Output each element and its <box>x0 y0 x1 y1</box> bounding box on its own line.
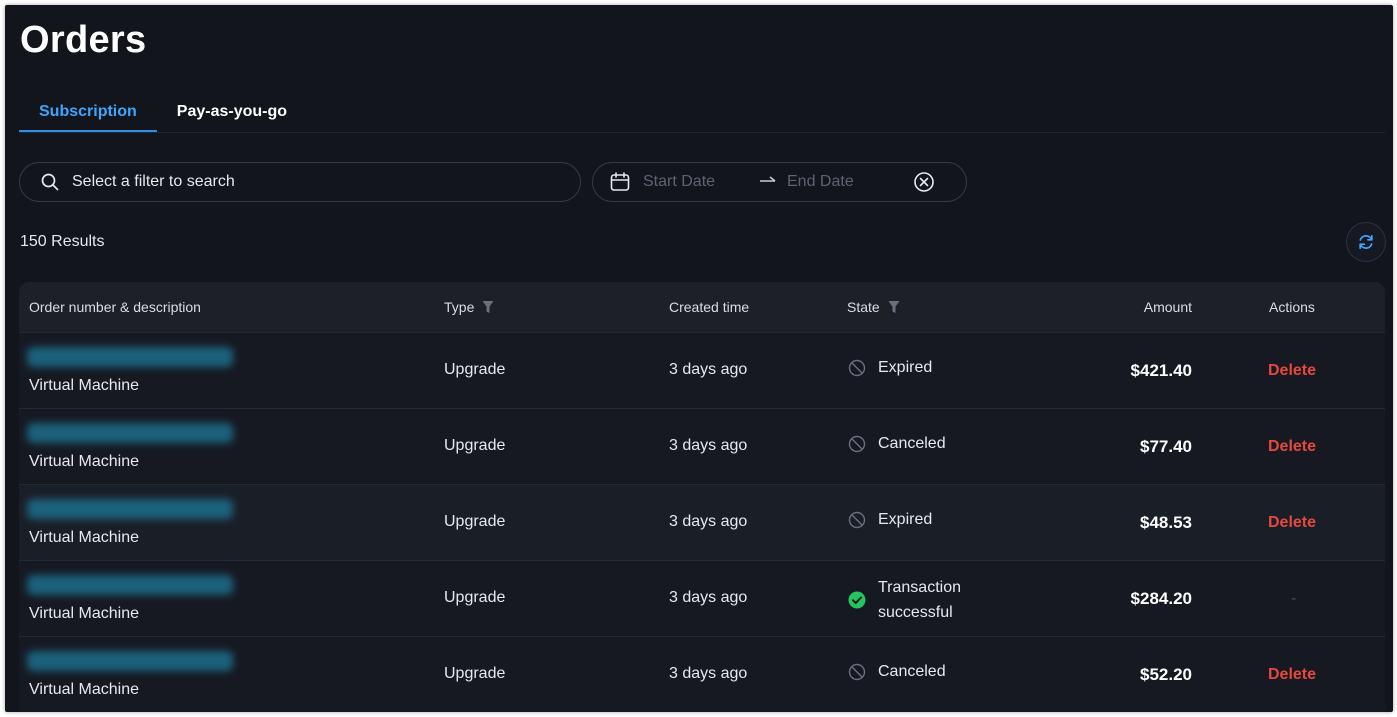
table-row[interactable]: Virtual Machine Upgrade 3 days ago Trans… <box>19 560 1385 636</box>
order-state-label: Transaction successful <box>878 575 961 625</box>
header-created: Created time <box>669 282 749 332</box>
header-actions: Actions <box>1269 282 1315 332</box>
table-row[interactable]: Virtual Machine Upgrade 3 days ago Cance… <box>19 408 1385 484</box>
order-description: Virtual Machine <box>29 453 139 470</box>
header-state-label: State <box>847 299 880 315</box>
start-date-input[interactable]: Start Date <box>643 173 759 191</box>
table-row[interactable]: Virtual Machine Upgrade 3 days ago Expir… <box>19 484 1385 560</box>
order-amount: $77.40 <box>1140 437 1192 456</box>
header-type: Type <box>444 282 494 332</box>
table-header: Order number & description Type Created … <box>19 282 1385 332</box>
order-amount: $48.53 <box>1140 513 1192 532</box>
order-state: Transaction successful <box>848 575 961 625</box>
order-number-redacted <box>27 651 233 671</box>
order-amount: $52.20 <box>1140 665 1192 684</box>
order-description: Virtual Machine <box>29 681 139 698</box>
delete-button[interactable]: Delete <box>1268 666 1316 684</box>
order-created-time: 3 days ago <box>669 665 748 682</box>
header-order: Order number & description <box>29 282 201 332</box>
order-number-redacted <box>27 499 233 519</box>
results-count: 150 Results <box>20 233 105 250</box>
clear-circle-icon[interactable] <box>913 171 935 193</box>
order-state-line1: Transaction <box>878 579 961 596</box>
tab-bar: Subscription Pay-as-you-go <box>19 93 1385 133</box>
header-state: State <box>847 282 900 332</box>
order-type: Upgrade <box>444 665 506 682</box>
table-row[interactable]: Virtual Machine Upgrade 3 days ago Expir… <box>19 332 1385 408</box>
tab-subscription[interactable]: Subscription <box>19 93 157 132</box>
order-created-time: 3 days ago <box>669 361 748 378</box>
end-date-input[interactable]: End Date <box>787 173 913 191</box>
header-amount-label: Amount <box>1143 299 1192 315</box>
ban-icon <box>848 359 866 377</box>
delete-button[interactable]: Delete <box>1268 438 1316 456</box>
ban-icon <box>848 663 866 681</box>
page-title: Orders <box>20 19 147 61</box>
order-description: Virtual Machine <box>29 529 139 546</box>
delete-button[interactable]: Delete <box>1268 362 1316 380</box>
header-type-label: Type <box>444 299 475 315</box>
search-field[interactable] <box>19 162 581 202</box>
tab-pay-as-you-go[interactable]: Pay-as-you-go <box>157 93 307 132</box>
header-amount: Amount <box>1144 282 1192 332</box>
order-number-redacted <box>27 347 233 367</box>
check-circle-icon <box>848 591 866 609</box>
order-state: Canceled <box>848 663 946 681</box>
orders-window: Orders Subscription Pay-as-you-go Start … <box>5 5 1393 712</box>
order-number-redacted <box>27 575 233 595</box>
order-type: Upgrade <box>444 437 506 454</box>
delete-button[interactable]: Delete <box>1268 514 1316 532</box>
order-state-line2: successful <box>878 604 953 621</box>
order-created-time: 3 days ago <box>669 589 748 606</box>
order-type: Upgrade <box>444 589 506 606</box>
order-description: Virtual Machine <box>29 605 139 622</box>
table-row[interactable]: Virtual Machine Upgrade 3 days ago Cance… <box>19 636 1385 712</box>
order-amount: $284.20 <box>1130 589 1192 608</box>
order-state-label: Expired <box>878 511 933 528</box>
filter-icon[interactable] <box>482 300 494 314</box>
order-state-label: Expired <box>878 359 933 376</box>
order-created-time: 3 days ago <box>669 437 748 454</box>
order-created-time: 3 days ago <box>669 513 748 530</box>
ban-icon <box>848 435 866 453</box>
no-action: - <box>1291 590 1297 607</box>
calendar-icon <box>609 171 631 193</box>
orders-table: Order number & description Type Created … <box>19 282 1385 712</box>
order-state-label: Canceled <box>878 663 946 680</box>
order-description: Virtual Machine <box>29 377 139 394</box>
refresh-button[interactable] <box>1346 222 1386 262</box>
order-amount: $421.40 <box>1130 361 1192 380</box>
header-order-label: Order number & description <box>29 299 201 315</box>
order-state: Expired <box>848 511 932 529</box>
order-type: Upgrade <box>444 513 506 530</box>
search-icon <box>40 172 60 192</box>
date-range-picker[interactable]: Start Date End Date <box>592 162 967 202</box>
header-actions-label: Actions <box>1269 299 1315 315</box>
refresh-icon <box>1356 232 1376 252</box>
order-state: Canceled <box>848 435 946 453</box>
filter-icon[interactable] <box>888 300 900 314</box>
order-state-label: Canceled <box>878 435 946 452</box>
ban-icon <box>848 511 866 529</box>
order-type: Upgrade <box>444 361 506 378</box>
order-state: Expired <box>848 359 932 377</box>
search-input[interactable] <box>70 172 554 192</box>
date-range-arrow <box>759 173 787 191</box>
order-number-redacted <box>27 423 233 443</box>
header-created-label: Created time <box>669 299 750 315</box>
